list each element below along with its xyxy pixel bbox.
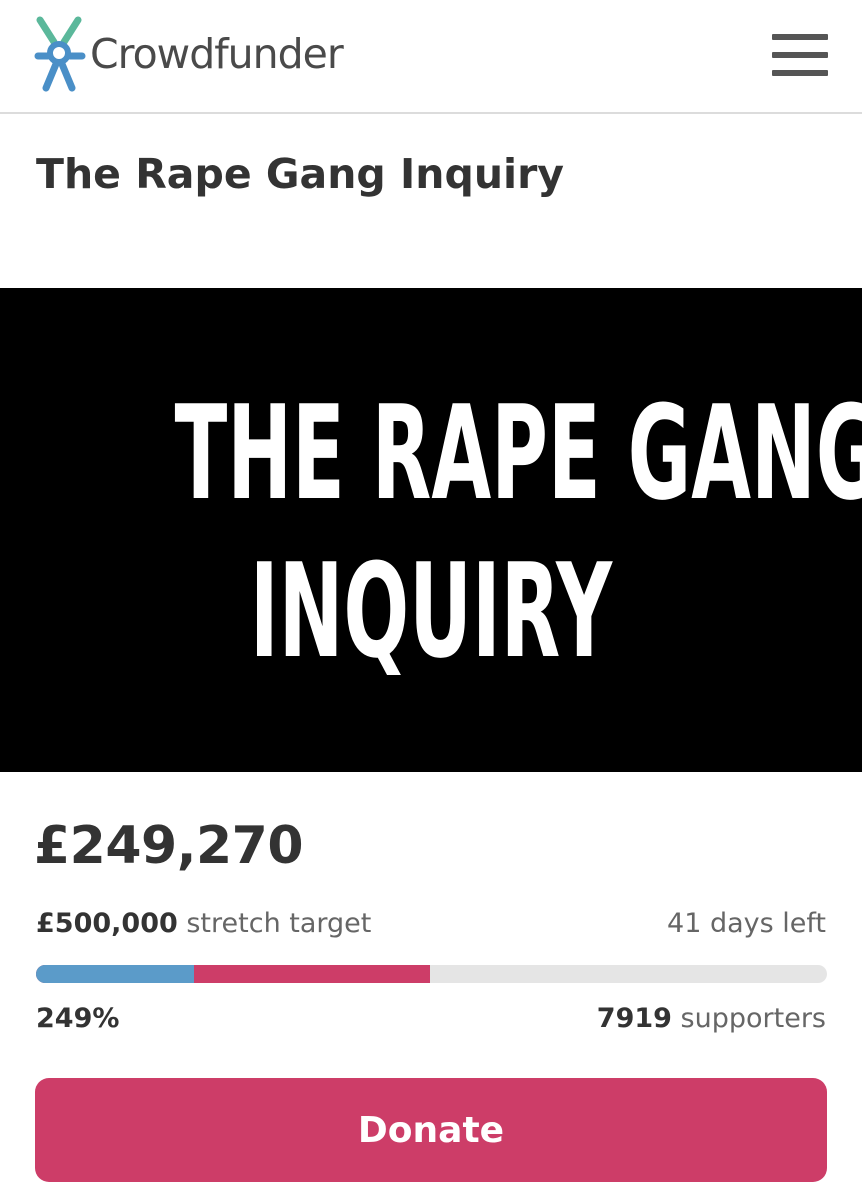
menu-bar	[772, 34, 828, 40]
crowdfunder-logo[interactable]: Crowdfunder	[34, 16, 344, 92]
crowdfunder-figure-icon	[34, 16, 86, 92]
days-left: 41 days left	[667, 908, 826, 939]
site-header: Crowdfunder	[0, 0, 862, 114]
funding-progress-bar	[36, 965, 827, 983]
target-row: £500,000 stretch target 41 days left	[36, 908, 826, 939]
menu-bar	[772, 70, 828, 76]
menu-bar	[772, 52, 828, 58]
banner-text-line-2: INQUIRY	[249, 535, 613, 687]
project-title: The Rape Gang Inquiry	[36, 150, 565, 198]
brand-name: Crowdfunder	[90, 30, 344, 78]
supporters-label: supporters	[680, 1003, 826, 1034]
percent-funded: 249%	[36, 1003, 120, 1034]
target-label: stretch target	[186, 908, 372, 939]
target-amount: £500,000	[36, 908, 178, 939]
supporters-info: 7919 supporters	[597, 1003, 826, 1034]
stats-row: 249% 7919 supporters	[36, 1003, 826, 1034]
supporters-count: 7919	[596, 1003, 672, 1034]
donate-button[interactable]: Donate	[35, 1078, 827, 1182]
hamburger-menu-icon[interactable]	[772, 34, 828, 76]
banner-text-line-1: THE RAPE GANG	[174, 377, 862, 529]
progress-first-target-segment	[36, 965, 194, 983]
target-info: £500,000 stretch target	[36, 908, 371, 939]
project-banner-image: THE RAPE GANG INQUIRY	[0, 288, 862, 772]
amount-raised: £249,270	[34, 816, 304, 876]
